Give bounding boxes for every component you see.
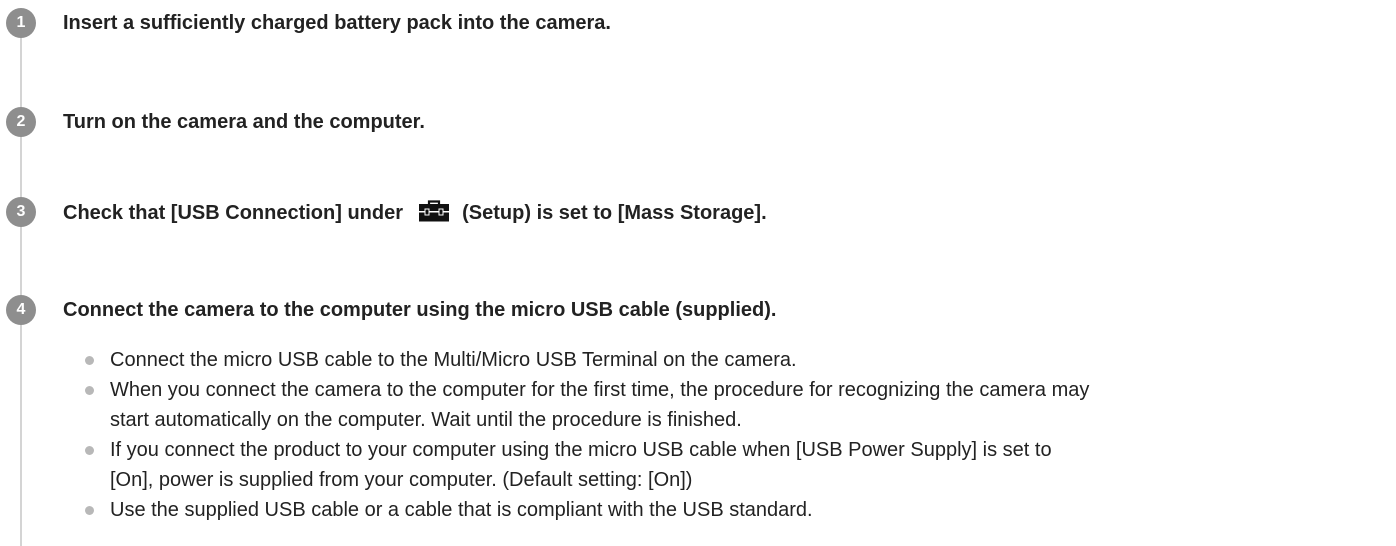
note-line: When you connect the camera to the compu…: [110, 379, 1090, 401]
note-line-continued: start automatically on the computer. Wai…: [110, 409, 742, 431]
step-number-2: 2: [6, 107, 36, 137]
bullet-icon: [85, 446, 94, 455]
step-4-notes-list: Connect the micro USB cable to the Multi…: [85, 345, 1390, 525]
bullet-icon: [85, 386, 94, 395]
note-line: Use the supplied USB cable or a cable th…: [110, 499, 813, 521]
step-title-2: Turn on the camera and the computer.: [63, 111, 425, 133]
note-line: Connect the micro USB cable to the Multi…: [110, 349, 797, 371]
step-number-4: 4: [6, 295, 36, 325]
list-item: Connect the micro USB cable to the Multi…: [85, 345, 1390, 375]
list-item: Use the supplied USB cable or a cable th…: [85, 495, 1390, 525]
step-number-1: 1: [6, 8, 36, 38]
step-number-3: 3: [6, 197, 36, 227]
bullet-icon: [85, 356, 94, 365]
note-line-continued: [On], power is supplied from your comput…: [110, 469, 693, 491]
step-3-text-before: Check that [USB Connection] under: [63, 202, 404, 224]
setup-toolbox-icon: [417, 200, 451, 228]
list-item: If you connect the product to your compu…: [85, 435, 1390, 495]
step-title-1: Insert a sufficiently charged battery pa…: [63, 12, 611, 34]
step-timeline-line: [20, 20, 22, 546]
step-title-3: Check that [USB Connection] under (Setup…: [63, 200, 767, 228]
note-line: If you connect the product to your compu…: [110, 439, 1052, 461]
step-title-4: Connect the camera to the computer using…: [63, 299, 777, 321]
step-3-text-after: (Setup) is set to [Mass Storage].: [462, 202, 767, 224]
bullet-icon: [85, 506, 94, 515]
list-item: When you connect the camera to the compu…: [85, 375, 1390, 435]
